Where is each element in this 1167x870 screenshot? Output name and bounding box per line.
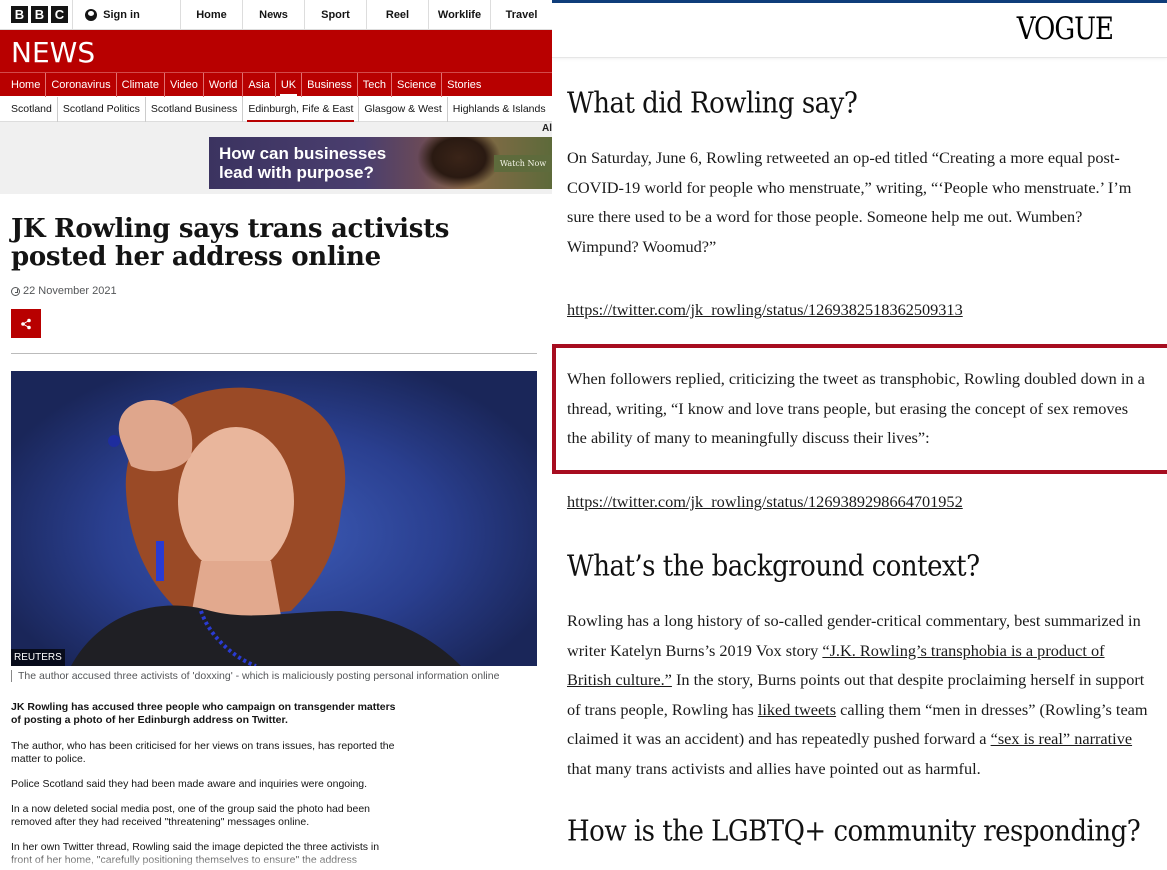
portrait-illustration <box>71 387 461 666</box>
vogue-logo[interactable]: VOGUE <box>1017 12 1114 47</box>
section-stories[interactable]: Stories <box>441 72 486 97</box>
advert-area: Al How can businesses lead with purpose?… <box>0 122 552 194</box>
paragraph-text: that many trans activists and allies hav… <box>567 758 981 778</box>
tweet-link[interactable]: https://twitter.com/jk_rowling/status/12… <box>567 300 963 320</box>
photo-credit: REUTERS <box>11 649 65 666</box>
article-paragraph: Rowling has a long history of so-called … <box>567 606 1152 783</box>
top-nav-news[interactable]: News <box>242 0 304 29</box>
photo-caption: The author accused three activists of 'd… <box>11 670 499 682</box>
tweet-link[interactable]: https://twitter.com/jk_rowling/status/12… <box>567 492 963 512</box>
top-nav-sport[interactable]: Sport <box>304 0 366 29</box>
subsection-glasgow[interactable]: Glasgow & West <box>358 96 446 122</box>
section-video[interactable]: Video <box>163 72 203 97</box>
highlighted-paragraph: When followers replied, criticizing the … <box>567 369 1145 447</box>
share-icon <box>21 318 31 329</box>
subsection-scotland-politics[interactable]: Scotland Politics <box>56 96 145 122</box>
advert-banner[interactable]: How can businesses lead with purpose? Wa… <box>209 137 552 189</box>
bbc-logo-letter: B <box>31 6 48 23</box>
subsection-nav: Scotland Scotland Politics Scotland Busi… <box>0 96 552 122</box>
section-home[interactable]: Home <box>11 73 45 97</box>
vogue-header: VOGUE <box>552 3 1167 58</box>
section-uk[interactable]: UK <box>274 72 301 97</box>
article-paragraph: On Saturday, June 6, Rowling retweeted a… <box>567 148 1132 256</box>
article-headline: JK Rowling says trans activists posted h… <box>11 214 450 272</box>
article-paragraph: Police Scotland said they had been made … <box>11 778 368 790</box>
article-intro: JK Rowling has accused three people who … <box>11 701 396 726</box>
subsection-highlands[interactable]: Highlands & Islands <box>446 96 551 122</box>
news-brand[interactable]: NEWS <box>11 36 95 69</box>
bbc-logo-letter: B <box>11 6 28 23</box>
advert-text: How can businesses lead with purpose? <box>219 144 387 182</box>
clock-icon <box>11 286 20 296</box>
top-nav-reel[interactable]: Reel <box>366 0 428 29</box>
bbc-news-pane: B B C Sign in Home News Sport Reel Workl… <box>0 0 552 870</box>
article-paragraph: The author, who has been criticised for … <box>11 740 395 765</box>
sign-in-button[interactable]: Sign in <box>72 0 180 29</box>
section-nav: Home Coronavirus Climate Video World Asi… <box>0 72 552 97</box>
bbc-logo-letter: C <box>51 6 68 23</box>
divider <box>11 353 537 354</box>
section-heading: What did Rowling say? <box>567 87 858 120</box>
sign-in-label: Sign in <box>103 8 140 21</box>
subsection-scotland-business[interactable]: Scotland Business <box>144 96 242 122</box>
section-tech[interactable]: Tech <box>356 72 391 97</box>
sex-is-real-link[interactable]: “sex is real” narrative <box>991 729 1132 748</box>
watch-now-button[interactable]: Watch Now <box>494 155 552 172</box>
article-photo: REUTERS <box>11 371 537 666</box>
article-date: 22 November 2021 <box>11 285 117 297</box>
advert-label: Al <box>542 123 552 134</box>
section-business[interactable]: Business <box>301 72 357 97</box>
bbc-top-nav: Home News Sport Reel Worklife Travel <box>180 0 552 29</box>
scroll-fade <box>0 850 552 870</box>
subsection-edinburgh[interactable]: Edinburgh, Fife & East <box>242 96 358 122</box>
vogue-pane: VOGUE What did Rowling say? On Saturday,… <box>552 0 1167 870</box>
advert-image <box>417 137 501 189</box>
section-heading: What’s the background context? <box>567 550 980 583</box>
liked-tweets-link[interactable]: liked tweets <box>758 700 836 719</box>
top-nav-travel[interactable]: Travel <box>490 0 552 29</box>
subsection-scotland[interactable]: Scotland <box>11 97 57 122</box>
section-climate[interactable]: Climate <box>115 72 164 97</box>
top-nav-home[interactable]: Home <box>180 0 242 29</box>
section-science[interactable]: Science <box>391 72 441 97</box>
article-date-text: 22 November 2021 <box>23 285 117 297</box>
top-nav-worklife[interactable]: Worklife <box>428 0 490 29</box>
article-paragraph: In a now deleted social media post, one … <box>11 803 371 828</box>
bbc-logo[interactable]: B B C <box>0 0 72 29</box>
section-heading: How is the LGBTQ+ community responding? <box>567 815 1141 848</box>
user-icon <box>85 8 98 21</box>
section-asia[interactable]: Asia <box>242 72 274 97</box>
section-world[interactable]: World <box>202 72 243 97</box>
section-coronavirus[interactable]: Coronavirus <box>45 72 115 97</box>
bbc-top-bar: B B C Sign in Home News Sport Reel Workl… <box>0 0 552 30</box>
news-brand-bar: NEWS <box>0 30 552 72</box>
share-button[interactable] <box>11 309 41 338</box>
